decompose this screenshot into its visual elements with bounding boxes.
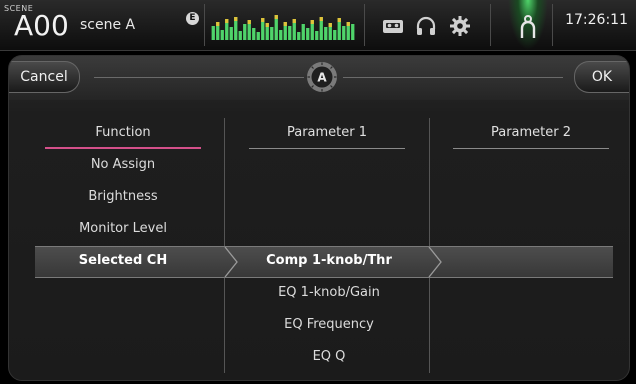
function-column-title: Function: [95, 125, 151, 140]
meter-peak: [216, 22, 220, 26]
meter-bar: [238, 31, 242, 40]
parameter2-column-title: Parameter 2: [490, 125, 572, 140]
parameter2-title-underline: [453, 148, 609, 149]
assign-dialog: Cancel OK A Function Parameter 1 Paramet…: [8, 55, 630, 381]
user-icon: [520, 15, 536, 38]
meter-bar: [211, 26, 215, 40]
meter-bar: [333, 30, 337, 40]
parameter1-column-title: Parameter 1: [286, 125, 368, 140]
parameter1-item-eq-q[interactable]: EQ Q: [231, 347, 427, 367]
meter-bar: [229, 27, 233, 40]
meter-icon[interactable]: [211, 12, 355, 40]
meter-peak: [261, 18, 265, 22]
dialog-header: Cancel OK A: [9, 56, 629, 100]
cancel-button[interactable]: Cancel: [9, 61, 80, 93]
divider: [490, 4, 491, 46]
meter-bar: [342, 26, 346, 40]
ok-button[interactable]: OK: [574, 61, 629, 93]
scene-name[interactable]: scene A: [80, 17, 135, 33]
parameter1-title-underline: [249, 148, 405, 149]
meter-peak: [346, 22, 350, 26]
meter-bar: [306, 28, 310, 40]
meter-peak: [337, 18, 341, 22]
scene-number[interactable]: A00: [14, 12, 69, 40]
meter-peak: [274, 15, 278, 19]
meter-bar: [297, 32, 301, 40]
function-item-no-assign[interactable]: No Assign: [45, 155, 201, 175]
meter-peak: [225, 19, 229, 23]
meter-peak: [328, 23, 332, 27]
status-bar: SCENE A00 scene A E 17:26:11: [0, 0, 636, 51]
meter-bar: [301, 24, 305, 40]
user-button[interactable]: [508, 0, 548, 50]
function-item-brightness[interactable]: Brightness: [45, 187, 201, 207]
parameter1-item-eq-1-knob-gain[interactable]: EQ 1-knob/Gain: [231, 283, 427, 303]
header-divider: [94, 77, 304, 78]
user-defined-knob-a-icon: A: [307, 62, 337, 92]
parameter1-item-comp-1-knob-thr[interactable]: Comp 1-knob/Thr: [231, 246, 427, 276]
meter-bar: [351, 24, 355, 40]
clock: 17:26:11: [565, 12, 628, 28]
edit-indicator-badge: E: [186, 12, 199, 25]
knob-letter: A: [317, 71, 327, 85]
settings-gear-icon[interactable]: [448, 14, 472, 38]
meter-bar: [256, 32, 260, 40]
divider: [552, 4, 553, 46]
header-divider: [343, 77, 563, 78]
function-item-monitor-level[interactable]: Monitor Level: [45, 219, 201, 239]
meter-peak: [234, 17, 238, 21]
recorder-icon[interactable]: [381, 14, 405, 38]
meter-peak: [319, 17, 323, 21]
divider: [364, 4, 365, 46]
meter-peak: [310, 20, 314, 24]
meter-peak: [292, 19, 296, 23]
meter-bar: [270, 27, 274, 40]
meter-peak: [247, 20, 251, 24]
meter-bar: [243, 24, 247, 40]
meter-bar: [288, 26, 292, 40]
meter-bar: [315, 31, 319, 40]
function-title-underline: [45, 147, 201, 149]
divider: [204, 4, 205, 46]
meter-peak: [283, 22, 287, 26]
meter-peak: [265, 23, 269, 27]
meter-bar: [324, 27, 328, 40]
parameter1-item-eq-frequency[interactable]: EQ Frequency: [231, 315, 427, 335]
headphones-icon[interactable]: [414, 14, 438, 38]
meter-bar: [252, 28, 256, 40]
meter-bar: [220, 30, 224, 40]
function-item-selected-ch[interactable]: Selected CH: [45, 246, 201, 276]
meter-bar: [279, 30, 283, 40]
